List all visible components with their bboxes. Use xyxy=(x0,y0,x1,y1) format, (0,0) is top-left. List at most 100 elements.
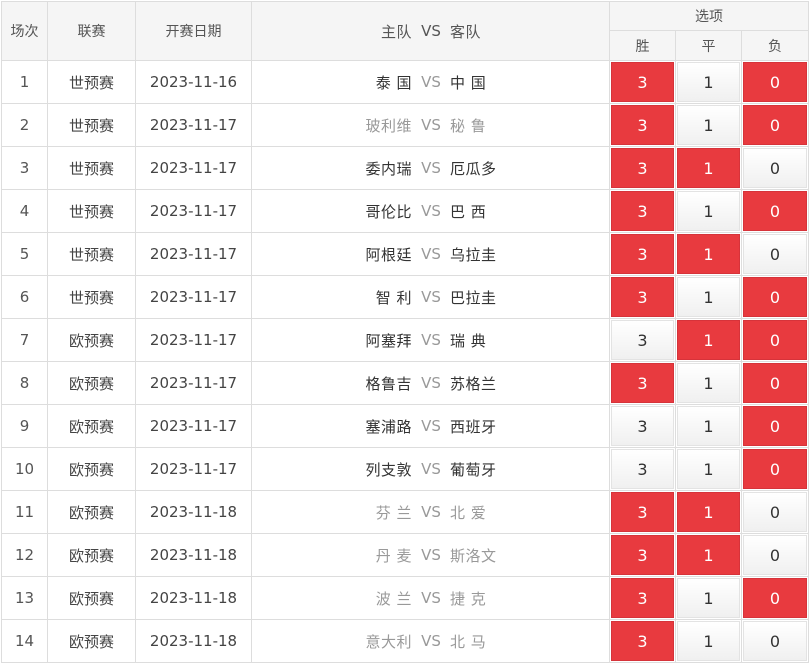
option-win-button[interactable]: 3 xyxy=(611,277,674,317)
option-win-cell: 3 xyxy=(609,490,676,534)
vs-label: VS xyxy=(421,460,441,478)
option-win-button[interactable]: 3 xyxy=(611,535,674,575)
option-loss-button[interactable]: 0 xyxy=(743,406,808,446)
option-loss-button[interactable]: 0 xyxy=(743,277,808,317)
option-draw-cell: 1 xyxy=(675,361,742,405)
table-body: 1 世预赛 2023-11-16 泰 国 VS 中 国 3 1 0 2 世预赛 … xyxy=(1,60,810,663)
option-loss-button[interactable]: 0 xyxy=(743,578,808,618)
option-draw-button[interactable]: 1 xyxy=(677,148,740,188)
option-win-button[interactable]: 3 xyxy=(611,234,674,274)
match-teams: 芬 兰 VS 北 爱 xyxy=(251,490,610,534)
match-table: 场次 联赛 开赛日期 主队 VS 客队 选项 胜 平 负 1 世预赛 2023-… xyxy=(1,1,810,663)
option-draw-cell: 1 xyxy=(675,232,742,276)
match-teams-wrap: 智 利 VS 巴拉圭 xyxy=(253,287,609,308)
option-win-cell: 3 xyxy=(609,318,676,362)
option-win-button[interactable]: 3 xyxy=(611,148,674,188)
vs-label: VS xyxy=(421,374,441,392)
option-loss-button[interactable]: 0 xyxy=(743,449,808,489)
option-loss-button[interactable]: 0 xyxy=(743,492,808,532)
table-row: 9 欧预赛 2023-11-17 塞浦路 VS 西班牙 3 1 0 xyxy=(1,404,810,448)
option-draw-button[interactable]: 1 xyxy=(677,578,740,618)
match-teams-wrap: 芬 兰 VS 北 爱 xyxy=(253,502,609,523)
table-header: 场次 联赛 开赛日期 主队 VS 客队 选项 胜 平 负 xyxy=(1,1,810,61)
option-loss-cell: 0 xyxy=(740,576,810,620)
table-row: 5 世预赛 2023-11-17 阿根廷 VS 乌拉圭 3 1 0 xyxy=(1,232,810,276)
match-date: 2023-11-18 xyxy=(135,533,252,577)
option-win-button[interactable]: 3 xyxy=(611,191,674,231)
match-index: 4 xyxy=(1,189,48,233)
option-draw-button[interactable]: 1 xyxy=(677,105,740,145)
vs-label: VS xyxy=(421,245,441,263)
match-date: 2023-11-18 xyxy=(135,619,252,663)
match-league: 世预赛 xyxy=(47,60,136,104)
option-draw-button[interactable]: 1 xyxy=(677,535,740,575)
away-team: 秘 鲁 xyxy=(450,116,487,135)
option-draw-button[interactable]: 1 xyxy=(677,277,740,317)
match-league: 世预赛 xyxy=(47,146,136,190)
option-draw-button[interactable]: 1 xyxy=(677,191,740,231)
option-loss-button[interactable]: 0 xyxy=(743,105,808,145)
match-teams-wrap: 阿根廷 VS 乌拉圭 xyxy=(253,244,609,265)
table-row: 6 世预赛 2023-11-17 智 利 VS 巴拉圭 3 1 0 xyxy=(1,275,810,319)
option-loss-cell: 0 xyxy=(740,361,810,405)
home-team: 玻利维 xyxy=(365,116,412,135)
option-draw-cell: 1 xyxy=(675,576,742,620)
match-league: 欧预赛 xyxy=(47,619,136,663)
option-draw-button[interactable]: 1 xyxy=(677,62,740,102)
match-teams-wrap: 哥伦比 VS 巴 西 xyxy=(253,201,609,222)
match-date: 2023-11-17 xyxy=(135,361,252,405)
option-draw-button[interactable]: 1 xyxy=(677,320,740,360)
option-win-button[interactable]: 3 xyxy=(611,578,674,618)
match-teams: 意大利 VS 北 马 xyxy=(251,619,610,663)
vs-label: VS xyxy=(421,589,441,607)
option-loss-button[interactable]: 0 xyxy=(743,191,808,231)
option-loss-button[interactable]: 0 xyxy=(743,62,808,102)
option-draw-button[interactable]: 1 xyxy=(677,492,740,532)
option-win-button[interactable]: 3 xyxy=(611,62,674,102)
match-league: 欧预赛 xyxy=(47,318,136,362)
option-win-button[interactable]: 3 xyxy=(611,449,674,489)
home-team: 智 利 xyxy=(375,288,412,307)
option-draw-cell: 1 xyxy=(675,103,742,147)
option-draw-button[interactable]: 1 xyxy=(677,406,740,446)
option-draw-button[interactable]: 1 xyxy=(677,363,740,403)
home-team: 哥伦比 xyxy=(365,202,412,221)
match-teams: 格鲁吉 VS 苏格兰 xyxy=(251,361,610,405)
match-teams: 塞浦路 VS 西班牙 xyxy=(251,404,610,448)
option-win-button[interactable]: 3 xyxy=(611,105,674,145)
option-loss-button[interactable]: 0 xyxy=(743,148,808,188)
option-draw-button[interactable]: 1 xyxy=(677,234,740,274)
option-draw-button[interactable]: 1 xyxy=(677,449,740,489)
option-draw-cell: 1 xyxy=(675,404,742,448)
match-index: 6 xyxy=(1,275,48,319)
option-win-button[interactable]: 3 xyxy=(611,621,674,661)
option-loss-button[interactable]: 0 xyxy=(743,621,808,661)
home-team: 阿根廷 xyxy=(365,245,412,264)
option-loss-cell: 0 xyxy=(740,447,810,491)
option-win-button[interactable]: 3 xyxy=(611,492,674,532)
option-loss-button[interactable]: 0 xyxy=(743,363,808,403)
option-win-cell: 3 xyxy=(609,146,676,190)
option-draw-button[interactable]: 1 xyxy=(677,621,740,661)
match-teams: 委内瑞 VS 厄瓜多 xyxy=(251,146,610,190)
table-row: 3 世预赛 2023-11-17 委内瑞 VS 厄瓜多 3 1 0 xyxy=(1,146,810,190)
option-loss-button[interactable]: 0 xyxy=(743,535,808,575)
option-win-button[interactable]: 3 xyxy=(611,406,674,446)
option-win-cell: 3 xyxy=(609,189,676,233)
match-teams: 泰 国 VS 中 国 xyxy=(251,60,610,104)
header-home: 主队 xyxy=(380,22,412,41)
match-league: 欧预赛 xyxy=(47,361,136,405)
option-win-cell: 3 xyxy=(609,103,676,147)
header-league: 联赛 xyxy=(47,1,136,61)
match-teams-wrap: 意大利 VS 北 马 xyxy=(253,631,609,652)
match-league: 欧预赛 xyxy=(47,490,136,534)
header-options: 选项 xyxy=(608,1,810,31)
home-team: 阿塞拜 xyxy=(365,331,412,350)
option-win-button[interactable]: 3 xyxy=(611,363,674,403)
option-loss-button[interactable]: 0 xyxy=(743,234,808,274)
home-team: 列支敦 xyxy=(365,460,412,479)
away-team: 北 爱 xyxy=(450,503,487,522)
option-loss-button[interactable]: 0 xyxy=(743,320,808,360)
option-win-button[interactable]: 3 xyxy=(611,320,674,360)
match-teams-wrap: 丹 麦 VS 斯洛文 xyxy=(253,545,609,566)
